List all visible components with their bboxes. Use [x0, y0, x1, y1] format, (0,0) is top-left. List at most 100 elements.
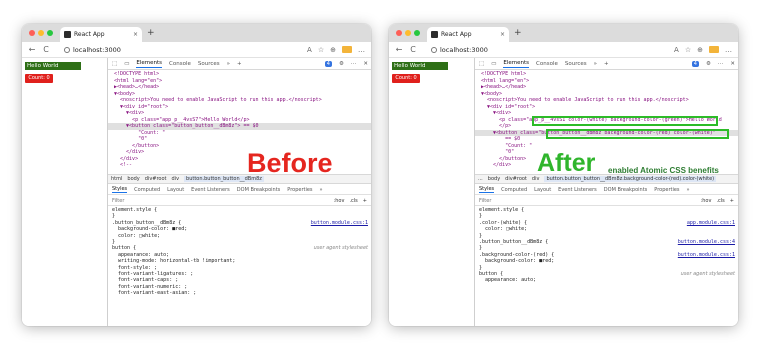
class-toggle[interactable]: .cls	[716, 198, 724, 204]
hover-state-toggle[interactable]: :hov	[701, 198, 712, 204]
rule-text: .background-color-(red) {	[479, 251, 555, 258]
reload-button[interactable]: C	[409, 45, 417, 54]
filter-input[interactable]: Filter	[112, 198, 124, 204]
breadcrumb-item[interactable]: body	[127, 176, 139, 182]
devtools-panel: ⬚ ▭ Elements Console Sources » + 4 ⚙ ⋯ ✕…	[108, 58, 371, 326]
breadcrumb-item[interactable]: html	[111, 176, 122, 182]
tab-sources[interactable]: Sources	[198, 61, 220, 67]
device-toolbar-icon[interactable]: ▭	[124, 61, 129, 67]
class-toggle[interactable]: .cls	[349, 198, 357, 204]
more-menu-icon[interactable]: …	[725, 46, 732, 54]
new-tab-button[interactable]: +	[514, 28, 522, 38]
styles-subtab[interactable]: DOM Breakpoints	[237, 187, 280, 193]
styles-subtab[interactable]: Styles	[479, 186, 495, 193]
new-rule-button[interactable]: +	[363, 198, 367, 204]
browser-tab[interactable]: React App ×	[427, 27, 509, 42]
url-text: localhost:3000	[73, 45, 121, 54]
styles-subtab[interactable]: DOM Breakpoints	[604, 187, 647, 193]
add-tab-button[interactable]: +	[237, 61, 242, 67]
filter-input[interactable]: Filter	[479, 198, 491, 204]
favorite-icon[interactable]: ☆	[685, 46, 691, 54]
styles-subtab[interactable]: Layout	[534, 187, 551, 193]
read-aloud-icon[interactable]: A	[674, 46, 679, 54]
rule-text: element.style {	[112, 207, 158, 213]
breadcrumb-item[interactable]: div#root	[145, 176, 167, 182]
add-tab-button[interactable]: +	[604, 61, 609, 67]
tab-close-icon[interactable]: ×	[133, 31, 138, 38]
count-button[interactable]: Count: 0	[392, 74, 420, 83]
styles-filter[interactable]: Filter :hov .cls +	[108, 196, 371, 206]
rule-text: }	[479, 264, 483, 271]
settings-gear-icon[interactable]: ⚙	[339, 61, 344, 67]
favorite-icon[interactable]: ☆	[318, 46, 324, 54]
tab-elements[interactable]: Elements	[503, 60, 530, 68]
browser-tab[interactable]: React App ×	[60, 27, 142, 42]
styles-subtab[interactable]: »	[320, 187, 323, 193]
tab-console[interactable]: Console	[536, 61, 558, 67]
styles-subtab[interactable]: Computed	[501, 187, 527, 193]
close-window-button[interactable]	[29, 30, 35, 36]
styles-subtab[interactable]: Properties	[654, 187, 679, 193]
extension-icon[interactable]	[709, 46, 719, 53]
url-field[interactable]: localhost:3000	[431, 46, 668, 54]
more-options-icon[interactable]: ⋯	[351, 61, 357, 67]
rule-text: font-style: ;	[112, 264, 158, 271]
rule-text: .color-(white) {	[479, 219, 528, 226]
minimize-window-button[interactable]	[405, 30, 411, 36]
url-field[interactable]: localhost:3000	[64, 46, 301, 54]
tab-console[interactable]: Console	[169, 61, 191, 67]
styles-subtab[interactable]: Computed	[134, 187, 160, 193]
count-button[interactable]: Count: 0	[25, 74, 53, 83]
rule-text: color: □white;	[479, 226, 528, 233]
back-button[interactable]: ←	[395, 45, 403, 54]
close-devtools-icon[interactable]: ✕	[730, 61, 735, 67]
styles-subtab[interactable]: Layout	[167, 187, 184, 193]
minimize-window-button[interactable]	[38, 30, 44, 36]
address-bar: ← C localhost:3000 A ☆ ⊕ …	[22, 42, 371, 58]
new-tab-button[interactable]: +	[147, 28, 155, 38]
styles-subtab[interactable]: Event Listeners	[191, 187, 230, 193]
close-devtools-icon[interactable]: ✕	[363, 61, 368, 67]
hover-state-toggle[interactable]: :hov	[334, 198, 345, 204]
breadcrumb-item[interactable]: div	[172, 176, 180, 182]
rule-text: appearance: auto;	[112, 251, 170, 258]
more-menu-icon[interactable]: …	[358, 46, 365, 54]
styles-subtab[interactable]: Styles	[112, 186, 128, 193]
hello-world-text: Hello World	[392, 62, 448, 70]
rule-text: }	[112, 213, 116, 220]
close-window-button[interactable]	[396, 30, 402, 36]
inspect-icon[interactable]: ⬚	[112, 61, 117, 67]
breadcrumb-item[interactable]: body	[488, 176, 500, 182]
devtools-tabs: ⬚ ▭ Elements Console Sources » + 4 ⚙ ⋯ ✕	[475, 58, 738, 70]
hello-world-text: Hello World	[25, 62, 81, 70]
tab-strip: React App × +	[22, 24, 371, 42]
breadcrumb-item[interactable]: div#root	[505, 176, 527, 182]
back-button[interactable]: ←	[28, 45, 36, 54]
extension-icon[interactable]	[342, 46, 352, 53]
maximize-window-button[interactable]	[47, 30, 53, 36]
maximize-window-button[interactable]	[414, 30, 420, 36]
new-rule-button[interactable]: +	[730, 198, 734, 204]
info-icon	[64, 46, 70, 53]
rule-text: button {	[479, 270, 504, 277]
reload-button[interactable]: C	[42, 45, 50, 54]
issues-badge[interactable]: 4	[324, 60, 332, 67]
styles-subtab[interactable]: Properties	[287, 187, 312, 193]
more-tabs-button[interactable]: »	[227, 61, 230, 67]
styles-subtab[interactable]: Event Listeners	[558, 187, 597, 193]
settings-gear-icon[interactable]: ⚙	[706, 61, 711, 67]
breadcrumb-item[interactable]: ...	[478, 176, 483, 182]
inspect-icon[interactable]: ⬚	[479, 61, 484, 67]
styles-filter[interactable]: Filter :hov .cls +	[475, 196, 738, 206]
collections-icon[interactable]: ⊕	[697, 46, 703, 54]
issues-badge[interactable]: 4	[691, 60, 699, 67]
tab-close-icon[interactable]: ×	[500, 31, 505, 38]
more-options-icon[interactable]: ⋯	[718, 61, 724, 67]
collections-icon[interactable]: ⊕	[330, 46, 336, 54]
tab-sources[interactable]: Sources	[565, 61, 587, 67]
tab-elements[interactable]: Elements	[136, 60, 163, 68]
read-aloud-icon[interactable]: A	[307, 46, 312, 54]
device-toolbar-icon[interactable]: ▭	[491, 61, 496, 67]
styles-subtab[interactable]: »	[687, 187, 690, 193]
more-tabs-button[interactable]: »	[594, 61, 597, 67]
